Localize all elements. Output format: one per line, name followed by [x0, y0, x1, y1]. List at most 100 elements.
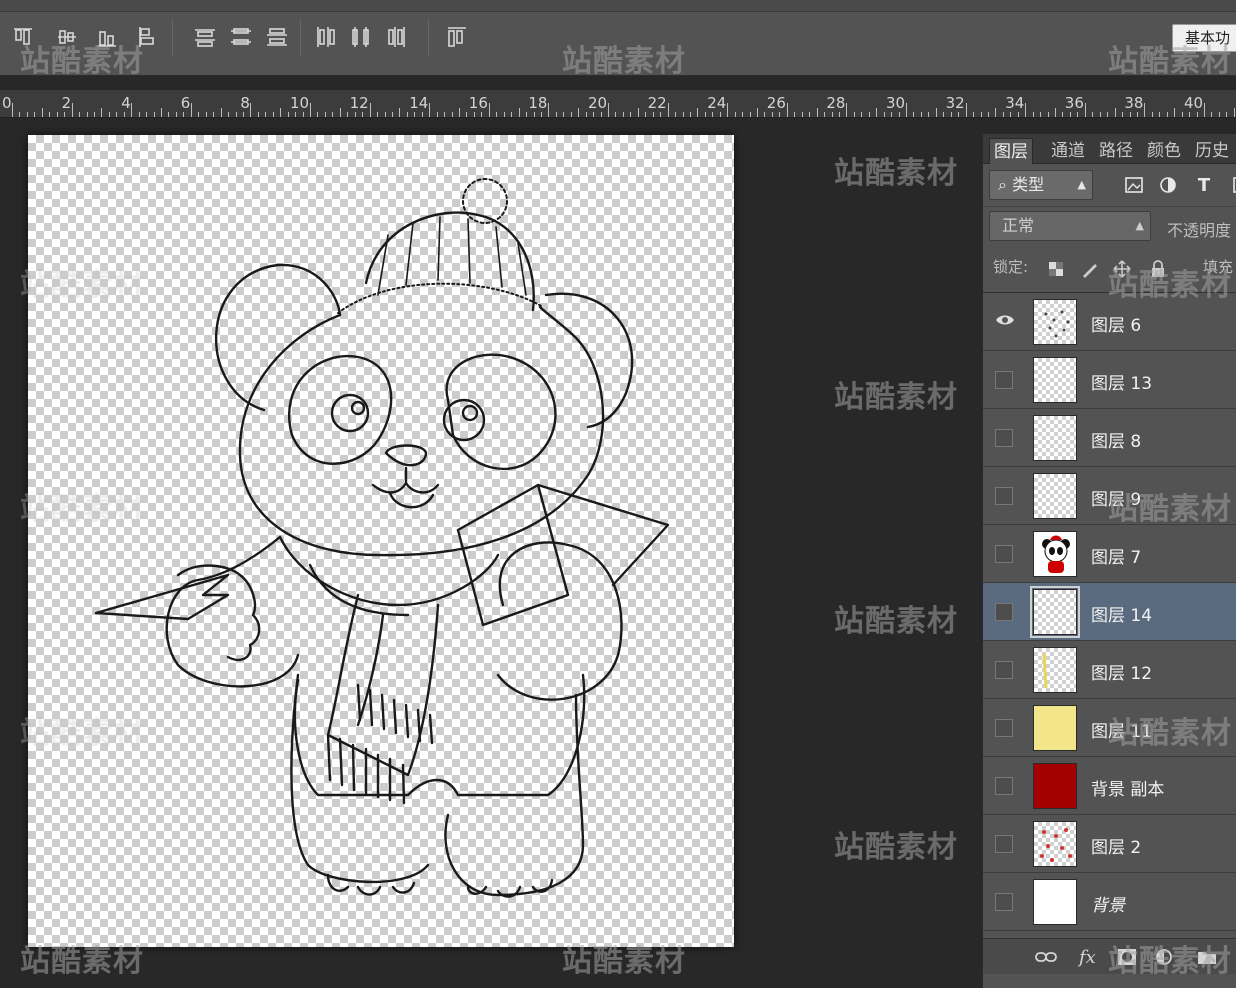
align-left-edges-icon[interactable]: [134, 24, 156, 50]
image-filter-icon[interactable]: [1123, 174, 1145, 196]
visibility-toggle[interactable]: [995, 545, 1013, 563]
lock-all-icon[interactable]: [1149, 260, 1167, 278]
eye-icon[interactable]: [995, 313, 1014, 331]
layer-name: 图层 6: [1091, 316, 1142, 336]
search-icon: ⌕: [998, 175, 1007, 194]
add-mask-icon[interactable]: [1117, 947, 1137, 967]
visibility-toggle[interactable]: [995, 661, 1013, 679]
layer-row[interactable]: 图层 14: [983, 583, 1236, 641]
ruler-label: 26: [766, 94, 786, 112]
layer-row[interactable]: 背景: [983, 873, 1236, 931]
layer-row[interactable]: 图层 9: [983, 467, 1236, 525]
ruler-label: 22: [647, 94, 667, 112]
lock-position-icon[interactable]: [1113, 260, 1131, 278]
ruler-subtick: [1040, 112, 1042, 117]
blend-mode-value: 正常: [1002, 216, 1035, 235]
ruler-subtick: [295, 112, 297, 117]
layer-name: 图层 2: [1091, 838, 1142, 858]
stepper-arrows-icon: ▲: [1135, 219, 1144, 232]
ruler-subtick: [697, 108, 699, 117]
ruler-subtick: [920, 112, 922, 117]
distribute-bottom-icon[interactable]: [266, 24, 288, 50]
distribute-vertical-centers-icon[interactable]: [230, 24, 252, 50]
workspace-button[interactable]: 基本功: [1172, 24, 1236, 52]
text-filter-icon[interactable]: T: [1193, 174, 1215, 196]
ruler-subtick: [861, 112, 863, 117]
filter-kind-select[interactable]: ⌕ 类型 ▲: [989, 170, 1093, 200]
opacity-label: 不透明度: [1167, 221, 1232, 240]
distribute-right-icon[interactable]: [386, 24, 408, 50]
layers-panel: 图层 通道 路径 颜色 历史 ⌕ 类型 ▲ T 正常 ▲ 不透明度 锁定: 填充…: [982, 134, 1236, 988]
ruler-tick: [250, 103, 252, 117]
ruler-subtick: [466, 112, 468, 117]
panel-footer: fx: [983, 938, 1236, 974]
visibility-toggle[interactable]: [995, 777, 1013, 795]
canvas-area[interactable]: [0, 119, 982, 988]
ruler-subtick: [1196, 112, 1198, 117]
lock-transparency-icon[interactable]: [1047, 260, 1065, 278]
align-top-edges-icon[interactable]: [12, 24, 34, 50]
tab-layers[interactable]: 图层: [989, 138, 1033, 164]
ruler-subtick: [198, 112, 200, 117]
lock-image-pixels-icon[interactable]: [1081, 260, 1099, 278]
ruler-subtick: [868, 112, 870, 117]
ruler-tick: [1144, 103, 1146, 117]
layer-row[interactable]: 图层 6: [983, 293, 1236, 351]
ruler-subtick: [287, 112, 289, 117]
auto-align-icon[interactable]: [446, 24, 468, 50]
visibility-toggle[interactable]: [995, 371, 1013, 389]
ruler-subtick: [757, 108, 758, 117]
lock-label: 锁定:: [993, 258, 1029, 276]
new-group-icon[interactable]: [1197, 947, 1217, 967]
layer-thumbnail: [1033, 299, 1077, 345]
adjustment-filter-icon[interactable]: [1157, 174, 1179, 196]
visibility-toggle[interactable]: [995, 487, 1013, 505]
blend-mode-select[interactable]: 正常 ▲: [989, 211, 1151, 241]
ruler-subtick: [86, 112, 88, 117]
adjustment-layer-icon[interactable]: [1155, 947, 1173, 967]
ruler-tick: [1025, 103, 1027, 117]
ruler-subtick: [153, 112, 155, 117]
layers-list: 图层 6 图层 13 图层 8 图层 9 图层 7 图层 14 图层 12 图层 11 背景 副…: [983, 292, 1236, 936]
horizontal-ruler[interactable]: 0 2 4 6 8 10 12 14 16 18 20 22 24 26 28 30 32 34 36 38 40: [0, 90, 1236, 118]
ruler-subtick: [93, 112, 95, 117]
ruler-subtick: [101, 108, 103, 117]
ruler-label: 30: [886, 94, 906, 112]
tab-paths[interactable]: 路径: [1095, 138, 1137, 164]
tab-history[interactable]: 历史: [1191, 138, 1233, 164]
distribute-left-icon[interactable]: [314, 24, 336, 50]
distribute-top-icon[interactable]: [194, 24, 216, 50]
ruler-tick: [1084, 103, 1086, 117]
layer-row[interactable]: 背景 副本: [983, 757, 1236, 815]
ruler-subtick: [637, 108, 639, 117]
ruler-subtick: [1114, 108, 1116, 117]
ruler-tick: [965, 103, 967, 117]
visibility-toggle[interactable]: [995, 835, 1013, 853]
align-vertical-centers-icon[interactable]: [56, 24, 78, 50]
ruler-subtick: [242, 112, 244, 117]
tab-color[interactable]: 颜色: [1143, 138, 1185, 164]
tab-channels[interactable]: 通道: [1047, 138, 1089, 164]
layer-row[interactable]: 图层 2: [983, 815, 1236, 873]
layer-row[interactable]: 图层 11: [983, 699, 1236, 757]
visibility-toggle[interactable]: [995, 429, 1013, 447]
distribute-horizontal-centers-icon[interactable]: [350, 24, 372, 50]
toolbar-separator: [300, 20, 301, 56]
link-layers-icon[interactable]: [1035, 947, 1057, 967]
fx-icon[interactable]: fx: [1079, 947, 1096, 968]
visibility-toggle[interactable]: [995, 719, 1013, 737]
visibility-toggle[interactable]: [995, 603, 1013, 621]
layer-thumbnail: [1033, 879, 1077, 925]
layer-row[interactable]: 图层 12: [983, 641, 1236, 699]
layer-row[interactable]: 图层 13: [983, 351, 1236, 409]
ruler-subtick: [995, 108, 997, 117]
layer-filter-row: ⌕ 类型 ▲ T: [983, 164, 1236, 204]
document-canvas[interactable]: [28, 135, 734, 947]
layer-row[interactable]: 图层 7: [983, 525, 1236, 583]
align-bottom-edges-icon[interactable]: [96, 24, 118, 50]
ruler-tick: [1204, 103, 1205, 117]
shape-filter-icon[interactable]: [1227, 174, 1236, 196]
ruler-tick: [608, 103, 609, 117]
visibility-toggle[interactable]: [995, 893, 1013, 911]
layer-row[interactable]: 图层 8: [983, 409, 1236, 467]
